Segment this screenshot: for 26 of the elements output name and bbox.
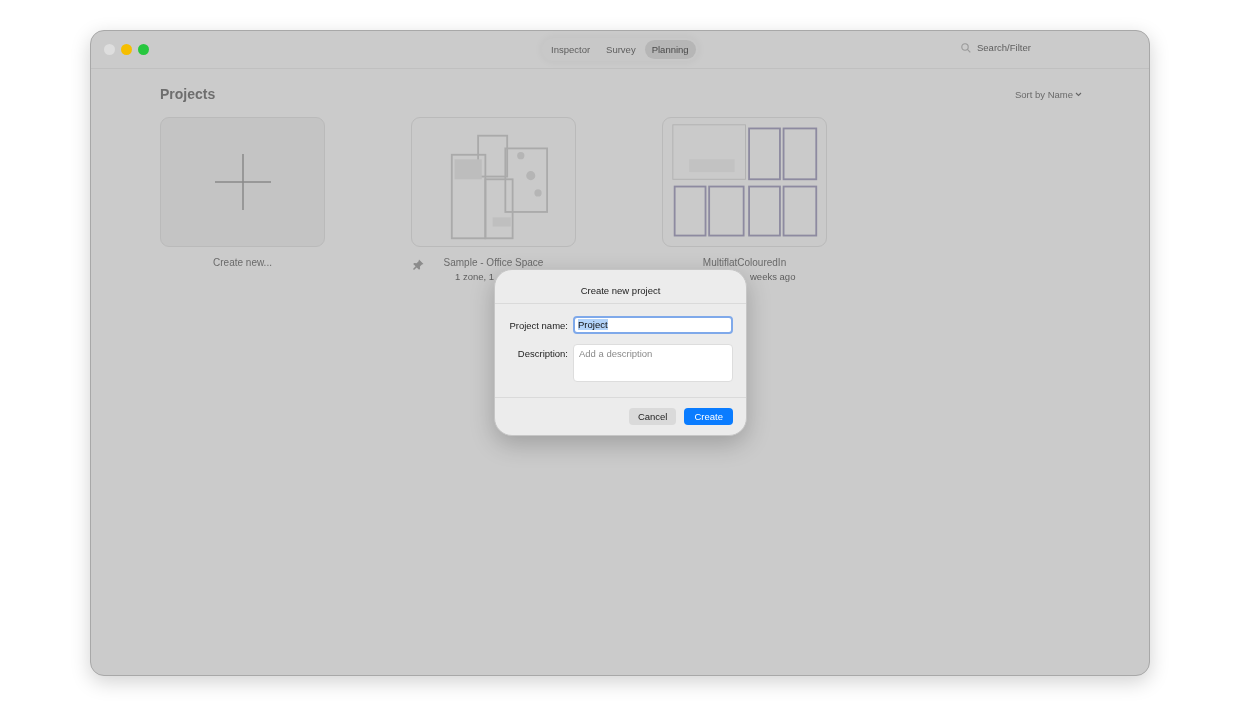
zoom-button[interactable]	[138, 44, 149, 55]
project-name: Sample - Office Space	[443, 257, 544, 268]
toolbar-tab[interactable]: Planning	[644, 40, 696, 59]
toolbar-tab[interactable]: Survey	[599, 40, 643, 59]
project-card[interactable]	[662, 117, 827, 247]
search-field[interactable]: Search/Filter	[961, 42, 1057, 53]
minimize-button[interactable]	[121, 44, 132, 55]
project-meta: 1 zone, 1	[454, 271, 496, 282]
field-label: Description:	[516, 347, 568, 359]
description-field[interactable]: Add a description	[573, 344, 733, 382]
input-field[interactable]: Project	[573, 316, 733, 334]
project-name: MultiflatColouredIn	[702, 257, 787, 268]
field-label: Project name:	[508, 319, 568, 331]
card-label: Create new...	[213, 257, 272, 268]
dialog-title: Create new project	[495, 270, 746, 304]
plus-icon	[214, 154, 271, 210]
create-button[interactable]: Create	[684, 408, 733, 425]
project-meta: weeks ago	[749, 271, 797, 282]
search-icon	[961, 42, 971, 53]
project-card[interactable]	[411, 117, 576, 247]
toolbar-tab[interactable]: Inspector	[544, 40, 598, 59]
new-project-card[interactable]	[160, 117, 325, 247]
cancel-button[interactable]: Cancel	[628, 408, 677, 425]
chevron-icon	[1075, 91, 1082, 97]
sort-menu[interactable]: Sort by Name	[1014, 88, 1082, 100]
section-heading: Projects	[160, 86, 216, 102]
